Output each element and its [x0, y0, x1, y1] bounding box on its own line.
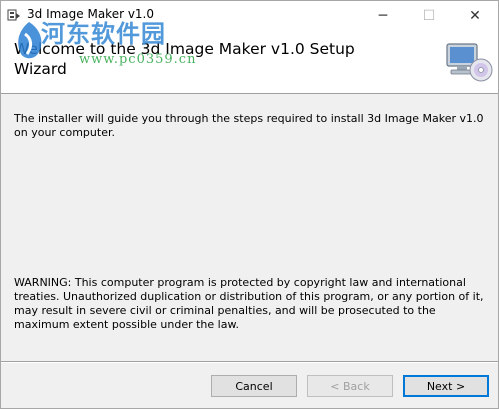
copyright-warning: WARNING: This computer program is protec…: [14, 276, 484, 331]
close-button[interactable]: ✕: [452, 1, 498, 30]
maximize-button[interactable]: ☐: [406, 1, 452, 30]
header-banner: Welcome to the 3d Image Maker v1.0 Setup…: [1, 19, 498, 94]
minimize-icon: ─: [378, 7, 388, 24]
watermark-url: www.pc0359.cn: [79, 52, 197, 67]
setup-wizard-window: 3d Image Maker v1.0 ─ ☐ ✕ Welcome to the…: [0, 0, 499, 409]
maximize-icon: ☐: [422, 7, 436, 24]
intro-text: The installer will guide you through the…: [14, 112, 484, 139]
minimize-button[interactable]: ─: [360, 1, 406, 30]
cancel-button[interactable]: Cancel: [211, 375, 297, 397]
close-icon: ✕: [469, 7, 481, 24]
back-button[interactable]: < Back: [307, 375, 393, 397]
footer-divider: [1, 361, 498, 363]
watermark-text: 河东软件园: [41, 19, 166, 48]
computer-cd-icon: [446, 43, 493, 82]
next-button[interactable]: Next >: [403, 375, 489, 397]
